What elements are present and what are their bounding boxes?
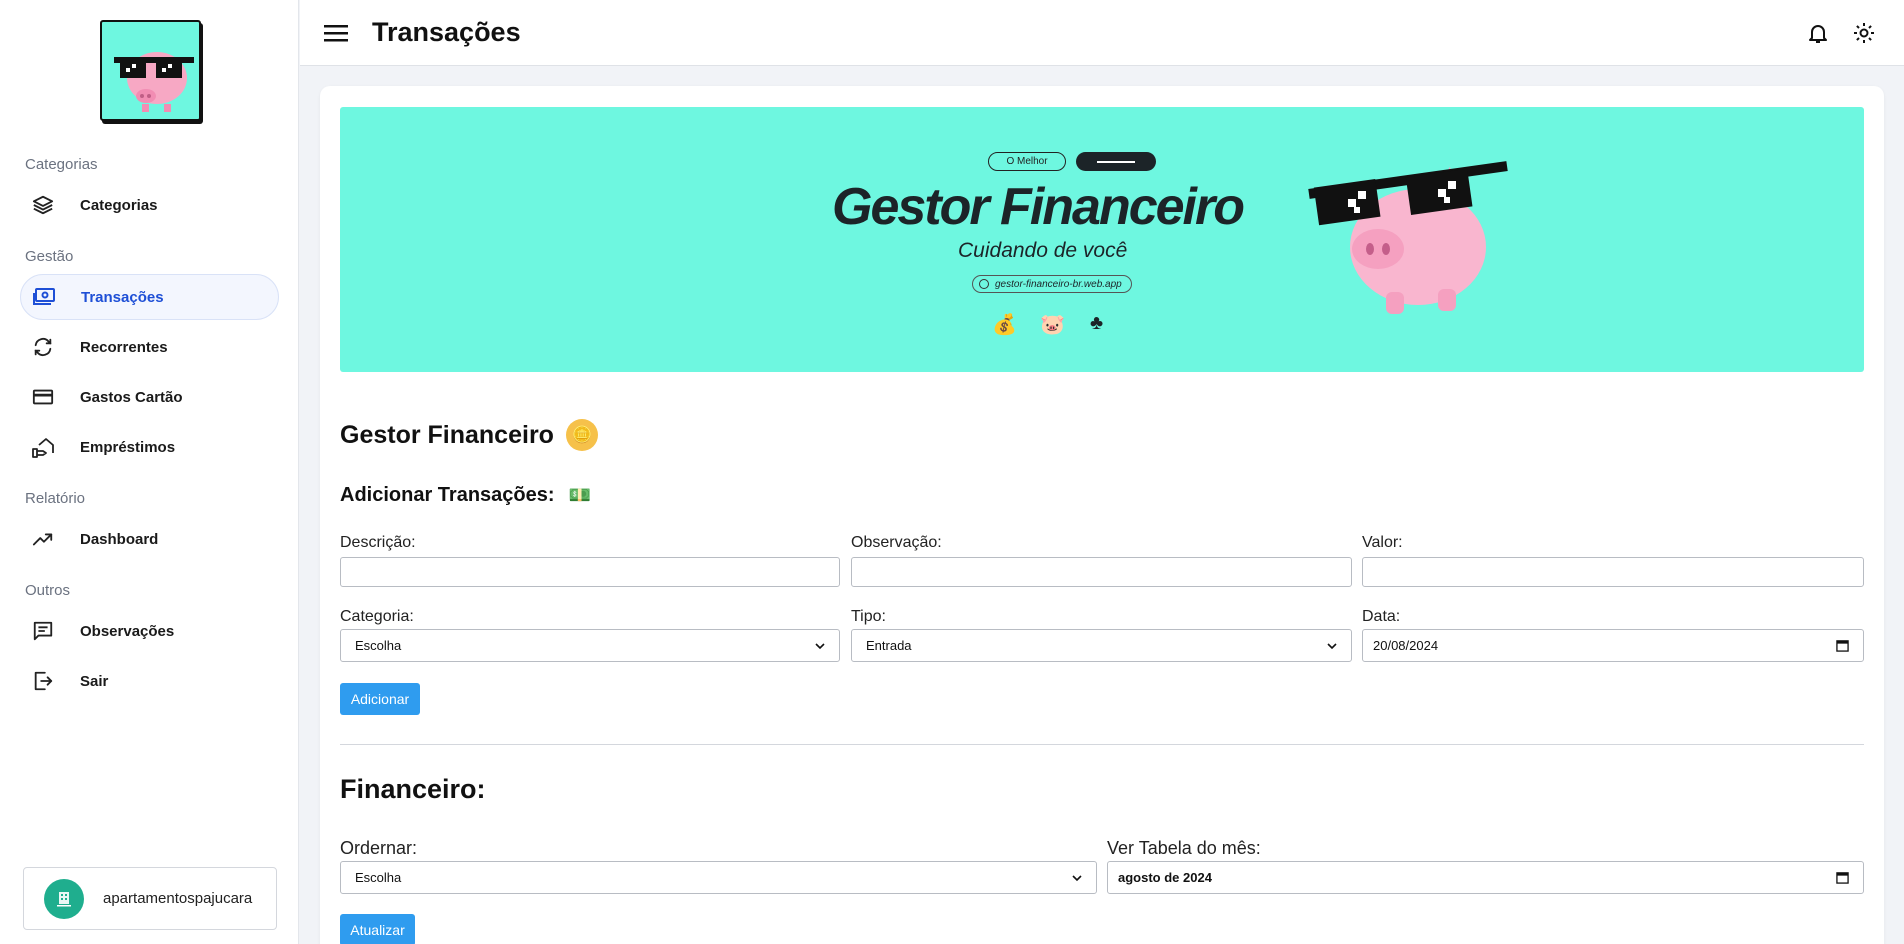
money-bag-icon: 💰 xyxy=(992,314,1017,336)
banner-subtitle: Cuidando de você xyxy=(958,239,1128,262)
money-icon xyxy=(31,284,57,310)
sidebar-item-label: Sair xyxy=(80,672,109,690)
sidebar: Categorias Categorias Gestão Transações … xyxy=(0,0,299,944)
data-input[interactable]: 20/08/2024 xyxy=(1362,629,1864,662)
section-title-relatorio: Relatório xyxy=(25,490,86,507)
banner-url: gestor-financeiro-br.web.app xyxy=(972,275,1132,293)
ordenar-label: Ordernar: xyxy=(340,838,418,858)
sidebar-item-emprestimos[interactable]: Empréstimos xyxy=(20,424,279,470)
sidebar-item-label: Recorrentes xyxy=(80,338,168,356)
categoria-select[interactable]: Escolha xyxy=(340,629,840,662)
credit-card-icon xyxy=(30,384,56,410)
add-transactions-heading-text: Adicionar Transações: xyxy=(340,484,555,506)
sidebar-item-label: Categorias xyxy=(80,196,158,214)
ordenar-value: Escolha xyxy=(355,870,402,885)
data-value: 20/08/2024 xyxy=(1373,638,1439,653)
bell-icon[interactable] xyxy=(1806,21,1830,45)
sidebar-item-gastos-cartao[interactable]: Gastos Cartão xyxy=(20,374,279,420)
observacao-label: Observação: xyxy=(851,534,942,551)
piggy-sunglasses-illustration xyxy=(1308,161,1508,314)
avatar xyxy=(44,878,84,919)
refresh-icon xyxy=(30,334,56,360)
calendar-icon[interactable] xyxy=(1836,639,1849,652)
banner-pill: O Melhor xyxy=(988,152,1066,171)
mes-label: Ver Tabela do mês: xyxy=(1107,838,1261,858)
chevron-down-icon xyxy=(1327,642,1337,649)
chevron-down-icon xyxy=(815,642,825,649)
clover-icon: ♣ xyxy=(1090,312,1104,334)
user-name: apartamentospajucara xyxy=(103,890,253,907)
add-transactions-heading: Adicionar Transações: 💵 xyxy=(340,484,591,507)
tipo-select[interactable]: Entrada xyxy=(851,629,1352,662)
section-title-gestao: Gestão xyxy=(25,248,74,265)
tipo-value: Entrada xyxy=(866,638,912,653)
sidebar-item-dashboard[interactable]: Dashboard xyxy=(20,516,279,562)
main-card: O Melhor Gestor Financeiro Cuidando de v… xyxy=(320,86,1884,944)
descricao-label: Descrição: xyxy=(340,534,416,551)
sidebar-item-recorrentes[interactable]: Recorrentes xyxy=(20,324,279,370)
tipo-label: Tipo: xyxy=(851,608,886,625)
topbar: Transações xyxy=(300,0,1904,66)
valor-label: Valor: xyxy=(1362,534,1403,551)
app-heading: Gestor Financeiro 🪙 xyxy=(340,419,598,451)
coin-icon: 🪙 xyxy=(565,419,598,451)
user-card[interactable]: apartamentospajucara xyxy=(23,867,277,930)
layers-icon xyxy=(30,192,56,218)
financeiro-heading: Financeiro: xyxy=(340,774,486,804)
categoria-value: Escolha xyxy=(355,638,402,653)
banner-url-text: gestor-financeiro-br.web.app xyxy=(995,278,1122,290)
sidebar-item-label: Transações xyxy=(81,288,164,306)
trend-up-icon xyxy=(30,526,56,552)
sidebar-item-label: Observações xyxy=(80,622,175,640)
comment-icon xyxy=(30,618,56,644)
hamburger-menu-icon[interactable] xyxy=(323,21,349,45)
sidebar-item-transacoes[interactable]: Transações xyxy=(20,274,279,320)
sidebar-item-label: Empréstimos xyxy=(80,438,176,456)
descricao-input[interactable] xyxy=(340,557,840,587)
cash-icon: 💵 xyxy=(568,485,591,505)
globe-icon xyxy=(979,279,989,289)
section-title-outros: Outros xyxy=(25,582,71,599)
gear-icon[interactable] xyxy=(1852,21,1876,45)
data-label: Data: xyxy=(1362,608,1401,625)
mes-input[interactable]: agosto de 2024 xyxy=(1107,861,1864,894)
section-title-categorias: Categorias xyxy=(25,156,98,173)
calendar-icon[interactable] xyxy=(1836,871,1849,884)
valor-input[interactable] xyxy=(1362,557,1864,587)
sidebar-item-observacoes[interactable]: Observações xyxy=(20,608,279,654)
hero-banner: O Melhor Gestor Financeiro Cuidando de v… xyxy=(340,107,1864,372)
chevron-down-icon xyxy=(1072,874,1082,881)
app-heading-text: Gestor Financeiro xyxy=(340,420,554,449)
piggy-icon: 🐷 xyxy=(1040,314,1065,336)
app-logo[interactable] xyxy=(100,20,201,121)
sidebar-item-sair[interactable]: Sair xyxy=(20,658,279,704)
update-button[interactable]: Atualizar xyxy=(340,914,415,944)
banner-title: Gestor Financeiro xyxy=(832,178,1245,236)
page-title: Transações xyxy=(372,17,521,47)
sidebar-item-label: Dashboard xyxy=(80,530,159,548)
sidebar-item-label: Gastos Cartão xyxy=(80,388,183,406)
divider xyxy=(340,744,1864,745)
mes-value: agosto de 2024 xyxy=(1118,870,1212,885)
hand-house-icon xyxy=(30,434,56,460)
observacao-input[interactable] xyxy=(851,557,1352,587)
ordenar-select[interactable]: Escolha xyxy=(340,861,1097,894)
logout-icon xyxy=(30,668,56,694)
sidebar-item-categorias[interactable]: Categorias xyxy=(20,182,279,228)
add-button[interactable]: Adicionar xyxy=(340,683,420,715)
banner-arrow-pill xyxy=(1076,152,1156,171)
categoria-label: Categoria: xyxy=(340,608,414,625)
